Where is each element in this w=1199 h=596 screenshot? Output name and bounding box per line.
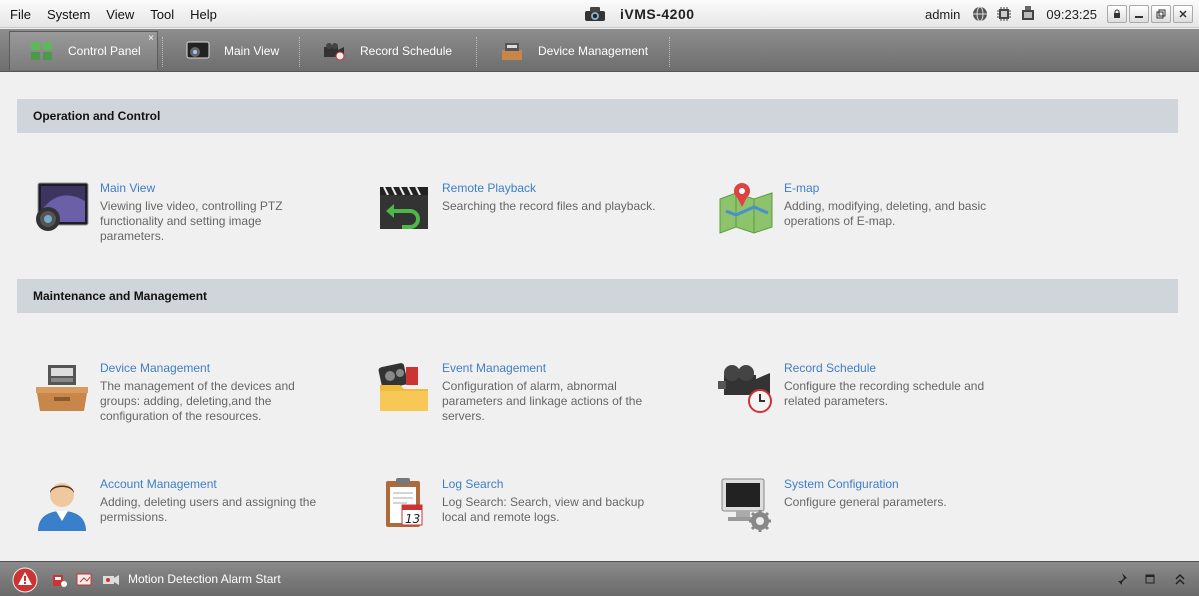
card-account-management[interactable]: Account Management Adding, deleting user… bbox=[34, 477, 334, 547]
card-device-management[interactable]: Device Management The management of the … bbox=[34, 361, 334, 431]
alarm-video-icon[interactable] bbox=[76, 572, 94, 588]
main-view-icon bbox=[36, 182, 89, 231]
lock-icon bbox=[1114, 9, 1120, 18]
close-icon bbox=[1179, 10, 1187, 18]
tab-separator bbox=[476, 37, 477, 67]
memory-icon[interactable] bbox=[1020, 6, 1036, 22]
control-panel-content: Operation and Control Main View Viewing … bbox=[0, 73, 1199, 561]
tab-main-view[interactable]: Main View bbox=[186, 31, 279, 70]
status-bar: Motion Detection Alarm Start bbox=[0, 561, 1199, 596]
app-title: iVMS-4200 bbox=[584, 4, 695, 24]
tab-label: Record Schedule bbox=[360, 43, 453, 58]
restore-icon bbox=[1156, 9, 1166, 19]
card-title[interactable]: Account Management bbox=[100, 477, 217, 491]
restore-button[interactable] bbox=[1151, 5, 1171, 23]
card-title[interactable]: Log Search bbox=[442, 477, 503, 491]
alarm-device-icon[interactable] bbox=[52, 572, 68, 588]
remote-playback-icon bbox=[380, 186, 428, 229]
card-system-configuration[interactable]: System Configuration Configure general p… bbox=[718, 477, 1018, 547]
card-description: Adding, modifying, deleting, and basic o… bbox=[784, 199, 987, 228]
expand-up-icon[interactable] bbox=[1174, 572, 1186, 586]
card-title[interactable]: Remote Playback bbox=[442, 181, 536, 195]
log-clipboard-icon: 13 bbox=[386, 478, 423, 527]
tab-separator bbox=[162, 37, 163, 67]
tab-bar: Control Panel × Main View Record Schedul… bbox=[0, 29, 1199, 72]
tab-record-schedule[interactable]: Record Schedule bbox=[322, 31, 452, 70]
card-description: Log Search: Search, view and backup loca… bbox=[442, 495, 645, 524]
device-management-icon bbox=[502, 42, 522, 60]
card-title[interactable]: Main View bbox=[100, 181, 155, 195]
tab-separator bbox=[669, 37, 670, 67]
minimize-button[interactable] bbox=[1129, 5, 1149, 23]
svg-text:13: 13 bbox=[405, 512, 420, 526]
monitor-gear-icon bbox=[721, 478, 771, 532]
event-folder-icon bbox=[378, 363, 428, 411]
card-title[interactable]: Device Management bbox=[100, 361, 210, 375]
section-maintenance-and-management: Maintenance and Management bbox=[17, 279, 1178, 313]
card-remote-playback[interactable]: Remote Playback Searching the record fil… bbox=[376, 181, 676, 251]
title-bar: File System View Tool Help iVMS-4200 adm… bbox=[0, 0, 1199, 28]
card-title[interactable]: System Configuration bbox=[784, 477, 899, 491]
menu-bar: File System View Tool Help bbox=[4, 0, 227, 28]
record-schedule-icon bbox=[718, 365, 772, 413]
card-description: Configuration of alarm, abnormal paramet… bbox=[442, 379, 643, 423]
camera-logo-icon bbox=[585, 7, 605, 21]
alarm-warning-icon[interactable] bbox=[12, 567, 38, 593]
minimize-icon bbox=[1135, 16, 1143, 18]
card-description: Configure general parameters. bbox=[784, 495, 947, 509]
section-operation-and-control: Operation and Control bbox=[17, 99, 1178, 133]
tab-device-management[interactable]: Device Management bbox=[500, 31, 648, 70]
tab-label: Device Management bbox=[538, 43, 649, 58]
tab-label: Control Panel bbox=[68, 44, 141, 58]
card-emap[interactable]: E-map Adding, modifying, deleting, and b… bbox=[718, 181, 1018, 251]
record-schedule-icon bbox=[324, 42, 345, 60]
device-management-icon bbox=[36, 365, 88, 411]
tab-close-icon[interactable]: × bbox=[148, 34, 154, 44]
card-description: The management of the devices and groups… bbox=[100, 379, 295, 423]
menu-system[interactable]: System bbox=[41, 7, 96, 22]
card-description: Searching the record files and playback. bbox=[442, 199, 656, 213]
card-title[interactable]: E-map bbox=[784, 181, 819, 195]
window-icon[interactable] bbox=[1145, 574, 1155, 584]
card-record-schedule[interactable]: Record Schedule Configure the recording … bbox=[718, 361, 1018, 431]
app-title-text: iVMS-4200 bbox=[620, 6, 695, 22]
clock: 09:23:25 bbox=[1046, 6, 1097, 22]
menu-view[interactable]: View bbox=[100, 7, 140, 22]
globe-icon[interactable] bbox=[972, 6, 988, 22]
lock-button[interactable] bbox=[1107, 5, 1127, 23]
username: admin bbox=[924, 6, 961, 22]
card-title[interactable]: Event Management bbox=[442, 361, 546, 375]
card-description: Viewing live video, controlling PTZ func… bbox=[100, 199, 283, 243]
menu-file[interactable]: File bbox=[4, 7, 37, 22]
tab-control-panel[interactable]: Control Panel × bbox=[9, 31, 158, 70]
card-description: Configure the recording schedule and rel… bbox=[784, 379, 985, 408]
menu-tool[interactable]: Tool bbox=[144, 7, 180, 22]
card-event-management[interactable]: Event Management Configuration of alarm,… bbox=[376, 361, 676, 431]
cpu-icon[interactable] bbox=[996, 6, 1012, 22]
motion-camera-icon[interactable] bbox=[102, 572, 120, 588]
main-view-icon bbox=[186, 41, 210, 58]
card-title[interactable]: Record Schedule bbox=[784, 361, 876, 375]
status-message: Motion Detection Alarm Start bbox=[128, 572, 281, 586]
card-main-view[interactable]: Main View Viewing live video, controllin… bbox=[34, 181, 334, 251]
card-description: Adding, deleting users and assigning the… bbox=[100, 495, 317, 524]
menu-help[interactable]: Help bbox=[184, 7, 223, 22]
tab-separator bbox=[299, 37, 300, 67]
user-icon bbox=[38, 483, 86, 531]
pin-icon[interactable] bbox=[1114, 572, 1128, 586]
close-window-button[interactable] bbox=[1173, 5, 1193, 23]
title-right: admin 09:23:25 bbox=[925, 4, 1193, 24]
map-icon bbox=[719, 183, 773, 234]
card-log-search[interactable]: 13 Log Search Log Search: Search, view a… bbox=[376, 477, 676, 547]
control-panel-icon bbox=[31, 42, 52, 60]
tab-label: Main View bbox=[224, 43, 280, 58]
